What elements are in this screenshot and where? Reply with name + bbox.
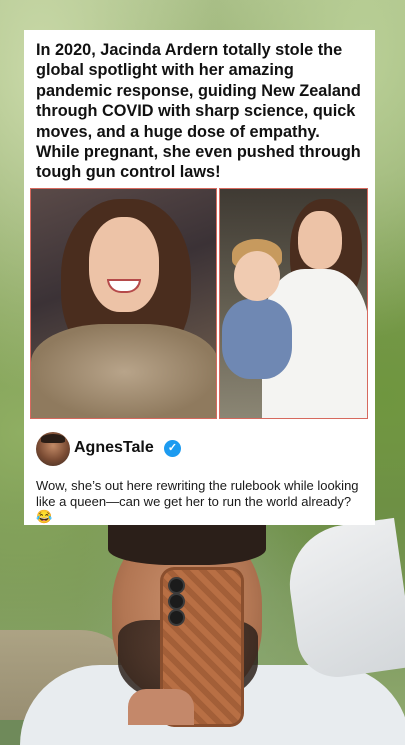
photo-child-sweater bbox=[222, 299, 292, 379]
camera-lens-icon bbox=[170, 611, 183, 624]
post-card: In 2020, Jacinda Ardern totally stole th… bbox=[24, 30, 375, 525]
photo-fur-cloak bbox=[31, 324, 216, 418]
post-headline: In 2020, Jacinda Ardern totally stole th… bbox=[36, 41, 361, 182]
avatar[interactable] bbox=[36, 432, 70, 466]
post-photos bbox=[30, 188, 368, 419]
photo-face bbox=[298, 211, 342, 269]
reaction-person bbox=[0, 517, 405, 745]
camera-lens-icon bbox=[170, 595, 183, 608]
camera-lens-icon bbox=[170, 579, 183, 592]
post-comment: Wow, she’s out here rewriting the rulebo… bbox=[36, 478, 359, 525]
photo-smile bbox=[107, 279, 141, 293]
photo-mother-and-child[interactable] bbox=[219, 188, 368, 419]
author-name[interactable]: AgnesTale bbox=[74, 439, 154, 457]
person-raised-arm bbox=[282, 517, 405, 683]
photo-face bbox=[89, 217, 159, 312]
verified-check-icon: ✓ bbox=[164, 440, 181, 457]
photo-smiling-woman[interactable] bbox=[30, 188, 217, 419]
photo-child-face bbox=[234, 251, 280, 301]
person-hair bbox=[108, 525, 266, 565]
author-row: AgnesTale ✓ bbox=[36, 432, 366, 468]
